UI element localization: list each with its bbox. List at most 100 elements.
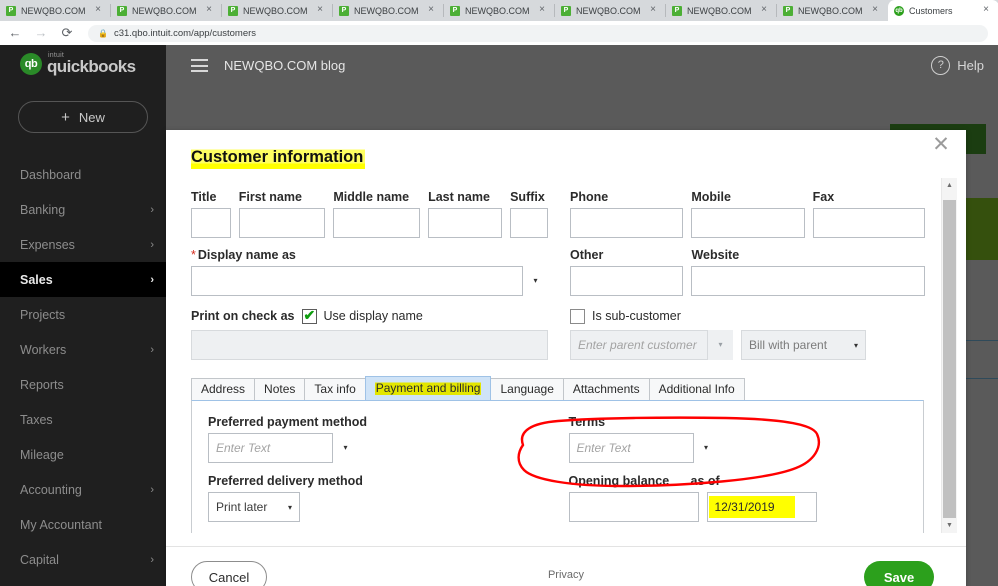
phone-input[interactable] xyxy=(570,208,683,238)
browser-tab[interactable]: PNEWQBO.COM× xyxy=(111,0,222,21)
chevron-down-icon[interactable]: ▾ xyxy=(693,433,719,463)
contact-section: Phone Mobile Fax Other We xyxy=(570,190,925,360)
browser-tab[interactable]: PNEWQBO.COM× xyxy=(555,0,666,21)
as-of-label: as of xyxy=(691,474,720,488)
close-icon[interactable]: × xyxy=(315,5,325,15)
sidebar-item-capital[interactable]: Capital› xyxy=(0,542,166,577)
address-bar[interactable]: 🔒 c31.qbo.intuit.com/app/customers xyxy=(88,25,988,42)
hamburger-icon[interactable] xyxy=(191,59,208,76)
cancel-button[interactable]: Cancel xyxy=(191,561,267,586)
close-icon[interactable]: × xyxy=(426,5,436,15)
new-button[interactable]: + New xyxy=(18,101,148,133)
close-icon[interactable]: × xyxy=(93,5,103,15)
tab-additional-info[interactable]: Additional Info xyxy=(649,378,745,400)
tab-label: Tax info xyxy=(314,382,355,396)
preferred-payment-method-label: Preferred payment method xyxy=(208,415,547,429)
browser-tab[interactable]: PNEWQBO.COM× xyxy=(0,0,111,21)
website-input[interactable] xyxy=(691,266,925,296)
sidebar-item-accounting[interactable]: Accounting› xyxy=(0,472,166,507)
p-favicon-icon: P xyxy=(6,6,16,16)
sidebar-item-workers[interactable]: Workers› xyxy=(0,332,166,367)
suffix-input[interactable] xyxy=(510,208,548,238)
reload-icon[interactable]: ⟳ xyxy=(56,22,78,44)
close-icon[interactable]: × xyxy=(870,5,880,15)
as-of-date-input[interactable]: 12/31/2019 xyxy=(707,492,817,522)
address-bar-url: c31.qbo.intuit.com/app/customers xyxy=(114,28,256,39)
privacy-link[interactable]: Privacy xyxy=(548,569,584,581)
display-name-combo[interactable]: ▾ xyxy=(191,266,548,296)
fax-input[interactable] xyxy=(813,208,925,238)
sidebar-item-label: Expenses xyxy=(20,238,75,252)
close-icon[interactable]: × xyxy=(204,5,214,15)
tab-language[interactable]: Language xyxy=(490,378,563,400)
sidebar-nav: DashboardBanking›Expenses›Sales›Projects… xyxy=(0,157,166,577)
sidebar-item-banking[interactable]: Banking› xyxy=(0,192,166,227)
preferred-payment-method-combo[interactable]: Enter Text ▾ xyxy=(208,433,358,463)
preferred-delivery-method-select[interactable]: Print later ▾ xyxy=(208,492,300,522)
sidebar-item-sales[interactable]: Sales› xyxy=(0,262,166,297)
fax-label: Fax xyxy=(813,190,925,204)
sidebar-item-label: Workers xyxy=(20,343,66,357)
sidebar-item-dashboard[interactable]: Dashboard xyxy=(0,157,166,192)
display-name-input[interactable] xyxy=(191,266,548,296)
lock-icon: 🔒 xyxy=(98,29,108,38)
bill-with-parent-select: Bill with parent ▾ xyxy=(741,330,866,360)
browser-tab[interactable]: PNEWQBO.COM× xyxy=(333,0,444,21)
use-display-name-checkbox[interactable] xyxy=(302,309,317,324)
suffix-label: Suffix xyxy=(510,190,548,204)
sidebar-item-taxes[interactable]: Taxes xyxy=(0,402,166,437)
other-input[interactable] xyxy=(570,266,683,296)
scroll-up-icon[interactable]: ▲ xyxy=(942,178,957,193)
is-sub-customer-checkbox[interactable] xyxy=(570,309,585,324)
close-icon[interactable]: ✕ xyxy=(928,132,954,158)
browser-tab[interactable]: PNEWQBO.COM× xyxy=(222,0,333,21)
close-icon[interactable]: × xyxy=(981,5,991,15)
sidebar-item-label: My Accountant xyxy=(20,518,102,532)
last-name-input[interactable] xyxy=(428,208,502,238)
scrollbar-thumb[interactable] xyxy=(943,200,956,518)
browser-tab-title: Customers xyxy=(909,6,953,16)
title-input[interactable] xyxy=(191,208,231,238)
tab-address[interactable]: Address xyxy=(191,378,255,400)
sidebar-item-my-accountant[interactable]: My Accountant xyxy=(0,507,166,542)
chevron-down-icon[interactable]: ▾ xyxy=(288,493,292,523)
tab-attachments[interactable]: Attachments xyxy=(563,378,650,400)
back-icon[interactable]: ← xyxy=(4,22,26,44)
sidebar-item-label: Taxes xyxy=(20,413,53,427)
close-icon[interactable]: × xyxy=(648,5,658,15)
help-button[interactable]: ? Help xyxy=(931,56,984,75)
tab-tax-info[interactable]: Tax info xyxy=(304,378,365,400)
tab-notes[interactable]: Notes xyxy=(254,378,305,400)
sidebar-item-expenses[interactable]: Expenses› xyxy=(0,227,166,262)
sidebar-item-label: Capital xyxy=(20,553,59,567)
tab-label: Attachments xyxy=(573,382,640,396)
close-icon[interactable]: × xyxy=(759,5,769,15)
browser-tab[interactable]: PNEWQBO.COM× xyxy=(666,0,777,21)
middle-name-input[interactable] xyxy=(333,208,420,238)
browser-tab[interactable]: PNEWQBO.COM× xyxy=(444,0,555,21)
terms-combo[interactable]: Enter Text ▾ xyxy=(569,433,719,463)
sidebar-item-mileage[interactable]: Mileage xyxy=(0,437,166,472)
close-icon[interactable]: × xyxy=(537,5,547,15)
first-name-input[interactable] xyxy=(239,208,326,238)
sidebar-item-reports[interactable]: Reports xyxy=(0,367,166,402)
last-name-label: Last name xyxy=(428,190,502,204)
opening-balance-input[interactable] xyxy=(569,492,699,522)
customer-information-modal: ✕ Customer information ▲ ▼ xyxy=(166,130,966,586)
mobile-input[interactable] xyxy=(691,208,804,238)
sidebar: qb intuit quickbooks + New DashboardBank… xyxy=(0,45,166,586)
browser-tab[interactable]: qbCustomers× xyxy=(888,0,998,21)
browser-tab[interactable]: PNEWQBO.COM× xyxy=(777,0,888,21)
sidebar-item-projects[interactable]: Projects xyxy=(0,297,166,332)
save-button[interactable]: Save xyxy=(864,561,934,586)
browser-toolbar: ← → ⟳ 🔒 c31.qbo.intuit.com/app/customers xyxy=(0,21,998,45)
chevron-down-icon[interactable]: ▾ xyxy=(522,266,548,296)
name-inputs-row xyxy=(191,208,548,238)
tab-payment-and-billing[interactable]: Payment and billing xyxy=(365,376,492,400)
chevron-right-icon: › xyxy=(150,274,154,286)
modal-scrollbar[interactable]: ▲ ▼ xyxy=(941,178,956,533)
scroll-down-icon[interactable]: ▼ xyxy=(942,518,957,533)
print-on-check-label: Print on check as xyxy=(191,309,295,323)
chevron-down-icon[interactable]: ▾ xyxy=(332,433,358,463)
sidebar-item-label: Accounting xyxy=(20,483,82,497)
